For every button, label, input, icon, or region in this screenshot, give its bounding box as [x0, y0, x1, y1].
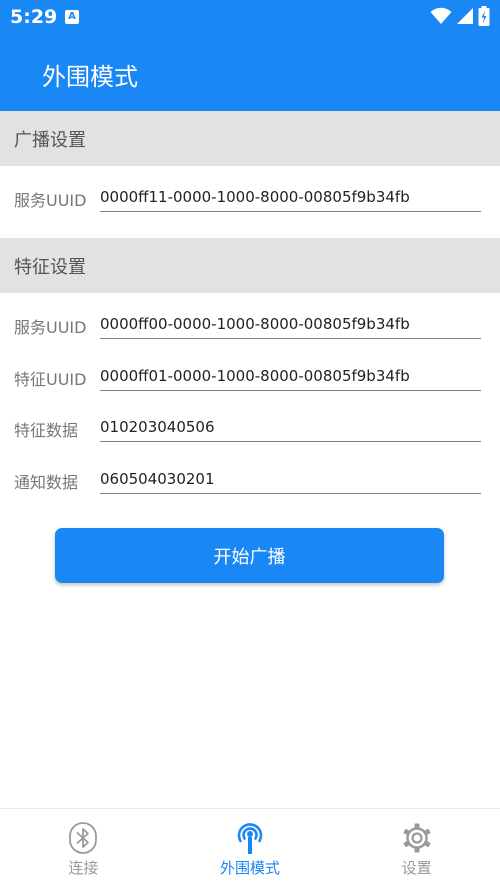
nav-item-settings[interactable]: 设置 — [333, 809, 500, 888]
char-service-uuid-row: 服务UUID — [0, 297, 500, 345]
start-advertise-button[interactable]: 开始广播 — [55, 528, 444, 583]
notify-data-input[interactable] — [100, 464, 481, 494]
page-title: 外围模式 — [42, 63, 138, 91]
notification-a-icon: A — [65, 10, 79, 24]
advertise-service-uuid-row: 服务UUID — [0, 170, 500, 218]
char-uuid-row: 特征UUID — [0, 349, 500, 397]
app-bar: 外围模式 — [0, 33, 500, 111]
status-time: 5:29 — [10, 6, 58, 28]
bluetooth-icon — [69, 822, 98, 854]
advertise-section-header: 广播设置 — [0, 111, 500, 166]
characteristic-section-header: 特征设置 — [0, 238, 500, 293]
wifi-icon — [430, 7, 452, 24]
char-data-input[interactable] — [100, 412, 481, 442]
battery-icon — [478, 6, 490, 26]
nav-label-connect: 连接 — [68, 859, 99, 877]
char-data-label: 特征数据 — [14, 421, 79, 440]
char-data-row: 特征数据 — [0, 400, 500, 448]
nav-label-settings: 设置 — [401, 859, 432, 877]
char-service-uuid-input[interactable] — [100, 309, 481, 339]
nav-item-peripheral[interactable]: 外围模式 — [167, 809, 334, 888]
bottom-nav: 连接 外围模式 设置 — [0, 808, 500, 888]
notify-data-label: 通知数据 — [14, 473, 79, 492]
characteristic-section-title: 特征设置 — [14, 257, 86, 278]
char-uuid-input[interactable] — [100, 361, 481, 391]
nav-label-peripheral: 外围模式 — [220, 859, 281, 877]
advertise-service-uuid-label: 服务UUID — [14, 191, 87, 210]
gear-icon — [403, 823, 431, 853]
signal-icon — [457, 8, 473, 24]
char-uuid-label: 特征UUID — [14, 370, 87, 389]
char-service-uuid-label: 服务UUID — [14, 318, 87, 337]
status-bar: 5:29 A — [0, 0, 500, 33]
status-icons — [430, 5, 490, 27]
nav-item-connect[interactable]: 连接 — [0, 809, 167, 888]
broadcast-icon — [237, 823, 263, 854]
notify-data-row: 通知数据 — [0, 452, 500, 500]
advertise-service-uuid-input[interactable] — [100, 182, 481, 212]
advertise-section-title: 广播设置 — [14, 130, 86, 151]
